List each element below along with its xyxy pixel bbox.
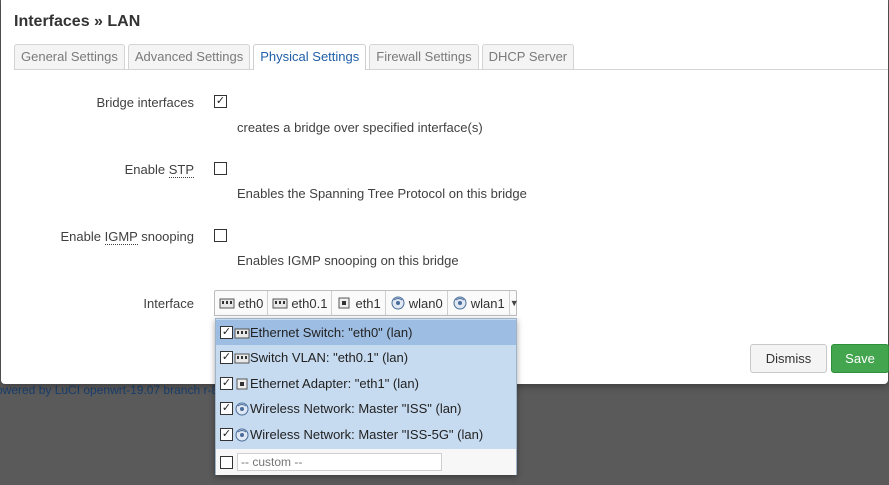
dropdown-item-eth0-label: Ethernet Switch: "eth0" (lan): [250, 325, 413, 340]
dropdown-custom-row: [216, 449, 516, 475]
dropdown-item-eth0-checkbox[interactable]: ✓: [220, 326, 233, 339]
modal-title: Interfaces » LAN: [14, 13, 141, 30]
enable-igmp-label-suffix: snooping: [137, 229, 194, 244]
tab-dhcp-server[interactable]: DHCP Server: [481, 44, 575, 69]
save-button[interactable]: Save: [831, 344, 889, 373]
enable-stp-checkbox[interactable]: [214, 162, 227, 175]
ethernet-adapter-icon: [338, 297, 350, 309]
chip-wlan1: wlan1: [448, 291, 510, 315]
dropdown-item-wlan1-checkbox[interactable]: ✓: [220, 428, 233, 441]
chip-eth1: eth1: [332, 291, 386, 315]
tab-firewall-settings[interactable]: Firewall Settings: [369, 44, 479, 69]
enable-igmp-label-prefix: Enable: [60, 229, 105, 244]
bridge-interfaces-description: creates a bridge over specified interfac…: [237, 120, 483, 135]
dropdown-item-eth0[interactable]: ✓ Ethernet Switch: "eth0" (lan): [216, 320, 516, 345]
dropdown-item-eth1-checkbox[interactable]: ✓: [220, 377, 233, 390]
dropdown-item-wlan0-checkbox[interactable]: ✓: [220, 402, 233, 415]
tab-general-settings[interactable]: General Settings: [14, 44, 125, 69]
tab-bar: General Settings Advanced Settings Physi…: [14, 44, 888, 70]
dropdown-item-wlan0[interactable]: ✓ Wireless Network: Master "ISS" (lan): [216, 396, 516, 421]
bridge-interfaces-checkbox[interactable]: ✓: [214, 95, 227, 108]
chip-eth0-1-label: eth0.1: [291, 295, 328, 311]
ethernet-switch-icon: [219, 298, 235, 309]
stp-abbr: STP: [168, 162, 194, 178]
wireless-icon: [235, 402, 249, 415]
chip-wlan0: wlan0: [386, 291, 448, 315]
enable-igmp-description: Enables IGMP snooping on this bridge: [237, 253, 459, 268]
tab-advanced-settings[interactable]: Advanced Settings: [127, 44, 251, 69]
chip-eth0: eth0: [215, 291, 269, 315]
chevron-down-icon[interactable]: ▼: [510, 298, 519, 308]
chip-wlan1-label: wlan1: [470, 295, 505, 311]
enable-stp-description: Enables the Spanning Tree Protocol on th…: [237, 186, 527, 201]
ethernet-adapter-icon: [236, 378, 248, 389]
dismiss-button[interactable]: Dismiss: [750, 344, 827, 373]
interface-label: Interface: [143, 296, 194, 311]
switch-vlan-icon: [272, 298, 288, 309]
interface-dropdown-list: ✓ Ethernet Switch: "eth0" (lan) ✓ Switch…: [215, 318, 517, 475]
dropdown-item-eth1-label: Ethernet Adapter: "eth1" (lan): [250, 376, 419, 391]
dropdown-item-eth0-1-label: Switch VLAN: "eth0.1" (lan): [250, 350, 409, 365]
enable-stp-label: Enable STP: [14, 162, 194, 178]
ethernet-switch-icon: [234, 328, 250, 338]
switch-vlan-icon: [234, 353, 250, 363]
chip-wlan0-label: wlan0: [408, 295, 443, 311]
chip-eth1-label: eth1: [355, 295, 381, 311]
dropdown-custom-checkbox[interactable]: [220, 455, 233, 469]
wireless-icon: [235, 428, 249, 441]
tab-physical-settings[interactable]: Physical Settings: [253, 44, 367, 70]
wireless-icon: [391, 296, 405, 310]
dropdown-item-wlan1[interactable]: ✓ Wireless Network: Master "ISS-5G" (lan…: [216, 422, 516, 447]
interface-multiselect[interactable]: eth0 eth0.1 eth1 wlan0 wlan1 ▼: [214, 290, 519, 316]
enable-igmp-label: Enable IGMP snooping: [14, 229, 194, 245]
chip-eth0-1: eth0.1: [268, 291, 333, 315]
custom-interface-input[interactable]: [237, 453, 442, 471]
enable-stp-label-prefix: Enable: [124, 162, 169, 177]
dropdown-item-eth0-1-checkbox[interactable]: ✓: [220, 351, 233, 364]
dropdown-item-eth0-1[interactable]: ✓ Switch VLAN: "eth0.1" (lan): [216, 345, 516, 370]
dropdown-item-wlan1-label: Wireless Network: Master "ISS-5G" (lan): [250, 427, 484, 442]
chip-eth0-label: eth0: [238, 295, 264, 311]
bridge-interfaces-label: Bridge interfaces: [96, 95, 194, 110]
dropdown-item-eth1[interactable]: ✓ Ethernet Adapter: "eth1" (lan): [216, 371, 516, 396]
dropdown-item-wlan0-label: Wireless Network: Master "ISS" (lan): [250, 401, 462, 416]
wireless-icon: [453, 296, 467, 310]
igmp-abbr: IGMP: [104, 229, 138, 245]
enable-igmp-checkbox[interactable]: [214, 229, 227, 242]
